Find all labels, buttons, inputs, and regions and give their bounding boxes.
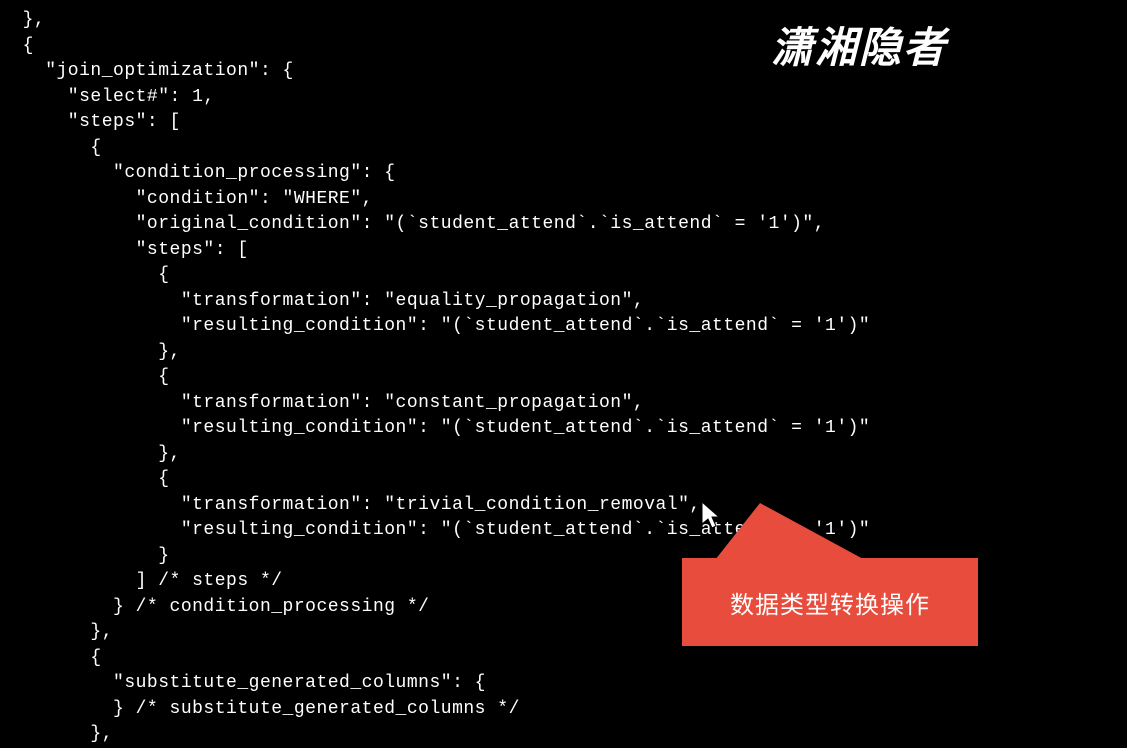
- callout-label: 数据类型转换操作: [730, 585, 930, 620]
- mouse-cursor-icon: [700, 500, 722, 532]
- callout-box: 数据类型转换操作: [682, 558, 978, 646]
- watermark-text: 潇湘隐者: [771, 14, 947, 75]
